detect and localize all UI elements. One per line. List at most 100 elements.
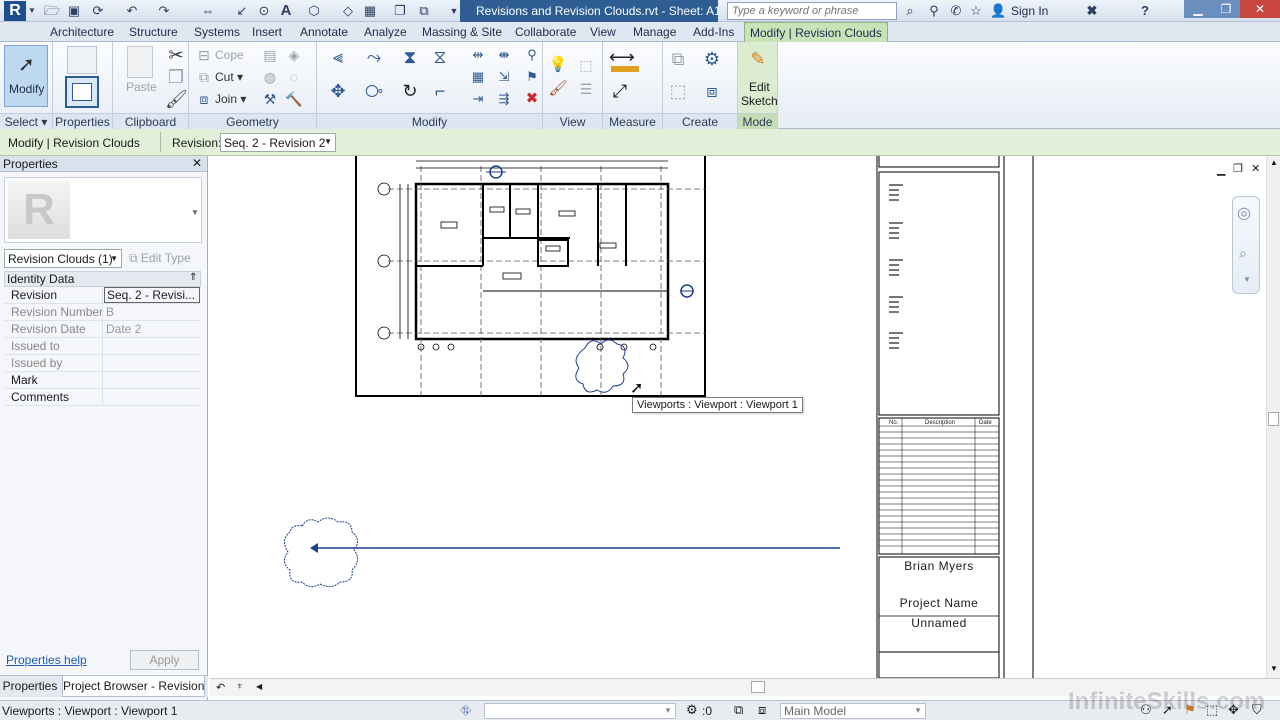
nav-dropdown-icon[interactable]: ▼ <box>1243 275 1251 284</box>
paste-button[interactable]: Paste <box>126 80 157 94</box>
paint-icon[interactable]: ◍ <box>259 66 281 88</box>
dimension-icon[interactable]: ↙ <box>234 3 250 19</box>
view-scale-icon[interactable]: ↶ <box>216 681 225 694</box>
thin-lines-icon[interactable]: ▦ <box>362 3 378 19</box>
binoculars-icon[interactable]: ⌕ <box>902 3 918 19</box>
cope-icon[interactable]: ⊟ <box>193 44 215 66</box>
steering-wheel-icon[interactable]: ◎ <box>1237 203 1251 223</box>
modify-button[interactable]: ➚ Modify <box>4 45 48 107</box>
user-icon[interactable]: 👤 <box>990 3 1006 19</box>
offset-icon[interactable]: ⤳ <box>363 46 385 68</box>
properties-help-link[interactable]: Properties help <box>6 653 87 667</box>
type-properties-icon[interactable] <box>67 46 97 74</box>
tab-view[interactable]: View <box>585 22 621 42</box>
sync-icon[interactable]: ⟳ <box>90 3 106 19</box>
tag-icon[interactable]: ⊙ <box>256 3 272 19</box>
favorites-star-icon[interactable]: ☆ <box>968 3 984 19</box>
cut-button[interactable]: Cut ▾ <box>215 70 243 84</box>
app-menu-chevron-icon[interactable]: ▼ <box>28 6 36 15</box>
workset-dropdown[interactable]: ▼ <box>484 703 676 719</box>
cope-button[interactable]: Cope <box>215 48 244 62</box>
split-element-icon[interactable]: ⇹ <box>467 44 489 66</box>
editing-requests-icon[interactable]: ⚙ <box>686 702 698 718</box>
search-input[interactable] <box>727 2 897 20</box>
close-hidden-icon[interactable]: ❐ <box>392 3 408 19</box>
create-similar-icon[interactable]: ⧈ <box>701 80 723 102</box>
close-button[interactable]: ✕ <box>1240 0 1280 18</box>
split-face-icon[interactable]: ◈ <box>283 44 305 66</box>
hide-bulb-icon[interactable]: 💡 <box>547 54 569 76</box>
join-icon[interactable]: ⧈ <box>193 88 215 110</box>
tab-architecture[interactable]: Architecture <box>45 22 119 42</box>
tab-structure[interactable]: Structure <box>124 22 183 42</box>
override-icon[interactable]: ⬚ <box>575 54 597 76</box>
create-group-icon[interactable]: ⬚ <box>667 80 689 102</box>
tab-systems[interactable]: Systems <box>189 22 245 42</box>
wall-joins-icon[interactable]: ▤ <box>259 44 281 66</box>
model-dropdown[interactable]: Main Model ▼ <box>780 703 926 719</box>
communication-icon[interactable]: ✆ <box>948 3 964 19</box>
view-restore-icon[interactable]: ❐ <box>1233 162 1243 175</box>
open-icon[interactable]: 🗁 <box>44 3 60 19</box>
revit-logo-icon[interactable]: R <box>4 1 26 21</box>
identity-data-group[interactable]: Identity Data ⇑ <box>4 271 201 287</box>
linework-brush-icon[interactable]: 🖌 <box>547 78 569 100</box>
copy-element-icon[interactable]: ⧂ <box>363 80 385 102</box>
trim-icon[interactable]: ⌐ <box>429 80 451 102</box>
tab-add-ins[interactable]: Add-Ins <box>688 22 739 42</box>
rotate-icon[interactable]: ↻ <box>399 80 421 102</box>
undo-icon[interactable]: ↶ <box>124 3 140 19</box>
edit-type-button[interactable]: ⧉ Edit Type <box>126 249 202 268</box>
subscription-icon[interactable]: ⚲ <box>926 3 942 19</box>
vertical-scrollbar[interactable]: ▲ ▼ <box>1266 156 1280 678</box>
dimension-ruler-icon[interactable] <box>611 66 639 72</box>
revision-cloud-detail[interactable] <box>284 517 358 588</box>
revision-cloud-plan[interactable] <box>575 339 629 393</box>
instance-filter-dropdown[interactable]: Revision Clouds (1) ▼ <box>4 249 122 268</box>
property-row-mark[interactable]: Mark <box>5 372 200 389</box>
tab-modify-revision-clouds[interactable]: Modify | Revision Clouds <box>744 22 888 42</box>
revision-dropdown[interactable]: Seq. 2 - Revision 2 ▼ <box>220 133 336 152</box>
property-row-comments[interactable]: Comments <box>5 389 200 406</box>
trim-single-icon[interactable]: ⇥ <box>467 88 489 110</box>
tab-project-browser[interactable]: Project Browser - Revision... <box>62 676 205 697</box>
measure-icon[interactable]: ⇔ <box>200 3 216 19</box>
drawing-canvas[interactable]: No. Description Date Brian Myers Project… <box>210 156 1266 678</box>
copy-icon[interactable]: ❐ <box>165 66 187 88</box>
tab-collaborate[interactable]: Collaborate <box>510 22 581 42</box>
join-button[interactable]: Join ▾ <box>215 92 246 106</box>
lines-icon[interactable]: ☰ <box>575 78 597 100</box>
maximize-button[interactable]: ❐ <box>1212 0 1240 18</box>
horizontal-scroll-thumb[interactable] <box>751 681 765 693</box>
create-parts-icon[interactable]: ⚙ <box>701 48 723 70</box>
split-gap-icon[interactable]: ⇼ <box>493 44 515 66</box>
exchange-icon[interactable]: ✖ <box>1084 3 1100 19</box>
tab-manage[interactable]: Manage <box>628 22 681 42</box>
exclude-options-icon[interactable]: ⧈ <box>758 702 766 718</box>
property-row-revision[interactable]: Revision Seq. 2 - Revisi... <box>5 287 200 304</box>
tab-properties[interactable]: Properties <box>0 676 60 697</box>
section-icon[interactable]: ◇ <box>340 3 356 19</box>
demolish-icon[interactable]: ⚒ <box>259 88 281 110</box>
minimize-button[interactable]: ▁ <box>1184 0 1212 18</box>
redo-icon[interactable]: ↷ <box>156 3 172 19</box>
cut-scissors-icon[interactable]: ✂ <box>165 44 187 66</box>
scale-icon[interactable]: ⇲ <box>493 66 515 88</box>
sign-in-link[interactable]: Sign In <box>1011 4 1048 18</box>
close-icon[interactable]: ✕ <box>192 156 202 170</box>
floor-plan-outline[interactable] <box>414 182 670 341</box>
scroll-down-icon[interactable]: ▼ <box>1270 664 1278 673</box>
tab-massing-site[interactable]: Massing & Site <box>417 22 507 42</box>
select-dropdown[interactable]: Select ▾ <box>0 113 52 129</box>
help-icon[interactable]: ? <box>1137 3 1153 19</box>
tab-analyze[interactable]: Analyze <box>359 22 412 42</box>
cut-geometry-icon[interactable]: ⧉ <box>193 66 215 88</box>
vertical-scroll-thumb[interactable] <box>1268 412 1279 426</box>
paste-icon[interactable] <box>127 46 153 78</box>
create-assembly-icon[interactable]: ⧉ <box>667 48 689 70</box>
zoom-icon[interactable]: ⌕ <box>1239 245 1247 262</box>
align-icon[interactable]: ⫷ <box>327 46 349 68</box>
array-icon[interactable]: ▦ <box>467 66 489 88</box>
property-value[interactable]: Seq. 2 - Revisi... <box>104 287 200 303</box>
tab-annotate[interactable]: Annotate <box>295 22 353 42</box>
